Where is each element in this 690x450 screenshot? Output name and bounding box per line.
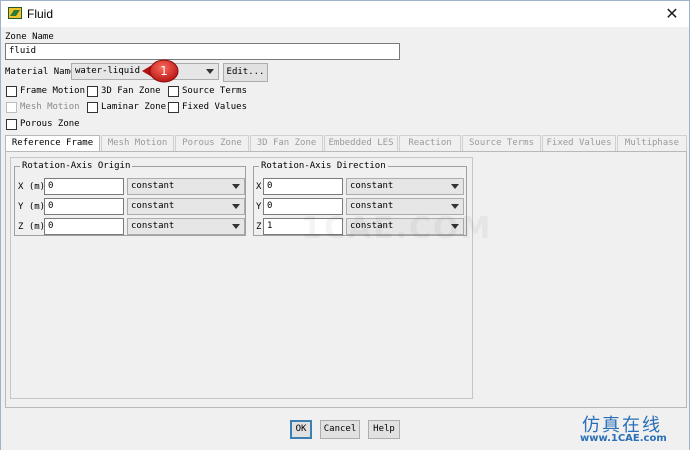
cancel-button[interactable]: Cancel <box>320 420 360 439</box>
tab-mesh-motion[interactable]: Mesh Motion <box>101 135 174 151</box>
tab-fixed-values[interactable]: Fixed Values <box>542 135 616 151</box>
origin-z-label: Z (m) <box>18 222 46 232</box>
tab-multiphase[interactable]: Multiphase <box>617 135 687 151</box>
direction-x-label: X <box>256 182 262 192</box>
origin-z-method-select[interactable]: constant <box>127 218 245 235</box>
direction-x-method-value: constant <box>350 181 394 191</box>
tab-porous-zone[interactable]: Porous Zone <box>175 135 249 151</box>
tab-3d-fan-zone[interactable]: 3D Fan Zone <box>250 135 323 151</box>
fluid-dialog: Fluid ✕ Zone Name fluid Material Name wa… <box>0 0 690 450</box>
laminar-zone-label: Laminar Zone <box>101 102 167 112</box>
chevron-down-icon <box>206 69 214 74</box>
origin-group-title: Rotation-Axis Origin <box>20 161 133 171</box>
edit-material-button[interactable]: Edit... <box>223 63 268 82</box>
callout-marker: 1 <box>142 59 179 83</box>
close-icon[interactable]: ✕ <box>657 3 687 25</box>
window-title: Fluid <box>27 7 54 21</box>
zone-name-input[interactable]: fluid <box>5 43 400 60</box>
origin-y-method-value: constant <box>131 201 175 211</box>
fan-zone-checkbox[interactable] <box>87 86 98 97</box>
source-terms-checkbox[interactable] <box>168 86 179 97</box>
title-bar[interactable]: Fluid ✕ <box>1 1 689 27</box>
fixed-values-checkbox[interactable] <box>168 102 179 113</box>
chevron-down-icon <box>232 224 240 229</box>
mesh-motion-label: Mesh Motion <box>20 102 80 112</box>
direction-y-method-value: constant <box>350 201 394 211</box>
origin-x-method-select[interactable]: constant <box>127 178 245 195</box>
origin-x-input[interactable]: 0 <box>44 178 124 195</box>
material-name-label: Material Name <box>5 67 76 77</box>
origin-x-label: X (m) <box>18 182 46 192</box>
laminar-zone-checkbox[interactable] <box>87 102 98 113</box>
porous-zone-checkbox[interactable] <box>6 119 17 130</box>
frame-motion-checkbox[interactable] <box>6 86 17 97</box>
tab-bar: Reference Frame Mesh Motion Porous Zone … <box>5 135 687 152</box>
tab-source-terms[interactable]: Source Terms <box>462 135 541 151</box>
origin-z-input[interactable]: 0 <box>44 218 124 235</box>
direction-y-label: Y <box>256 202 262 212</box>
origin-x-method-value: constant <box>131 181 175 191</box>
origin-y-input[interactable]: 0 <box>44 198 124 215</box>
center-watermark: 1CAE.COM <box>301 211 492 246</box>
origin-y-label: Y (m) <box>18 202 46 212</box>
origin-y-method-select[interactable]: constant <box>127 198 245 215</box>
watermark-url: www.1CAE.com <box>580 433 667 444</box>
tab-reaction[interactable]: Reaction <box>399 135 461 151</box>
direction-group-title: Rotation-Axis Direction <box>259 161 388 171</box>
callout-number: 1 <box>160 64 168 78</box>
corner-watermark: 仿真在线 www.1CAE.com <box>566 409 690 450</box>
origin-z-method-value: constant <box>131 221 175 231</box>
fluent-app-icon <box>8 7 22 19</box>
source-terms-label: Source Terms <box>182 86 248 96</box>
tab-reference-frame[interactable]: Reference Frame <box>5 135 100 152</box>
help-button[interactable]: Help <box>368 420 400 439</box>
porous-zone-label: Porous Zone <box>20 119 80 129</box>
ok-button[interactable]: OK <box>290 420 312 439</box>
mesh-motion-checkbox <box>6 102 17 113</box>
chevron-down-icon <box>232 204 240 209</box>
direction-z-label: Z <box>256 222 262 232</box>
zone-name-label: Zone Name <box>5 32 54 42</box>
material-value: water-liquid <box>75 66 141 76</box>
chevron-down-icon <box>451 204 459 209</box>
fan-zone-label: 3D Fan Zone <box>101 86 161 96</box>
reference-frame-panel: Rotation-Axis Origin X (m) 0 constant Y … <box>5 151 687 408</box>
direction-x-method-select[interactable]: constant <box>346 178 464 195</box>
frame-motion-label: Frame Motion <box>20 86 86 96</box>
chevron-down-icon <box>451 184 459 189</box>
direction-x-input[interactable]: 0 <box>263 178 343 195</box>
chevron-down-icon <box>232 184 240 189</box>
tab-embedded-les[interactable]: Embedded LES <box>324 135 398 151</box>
fixed-values-label: Fixed Values <box>182 102 248 112</box>
